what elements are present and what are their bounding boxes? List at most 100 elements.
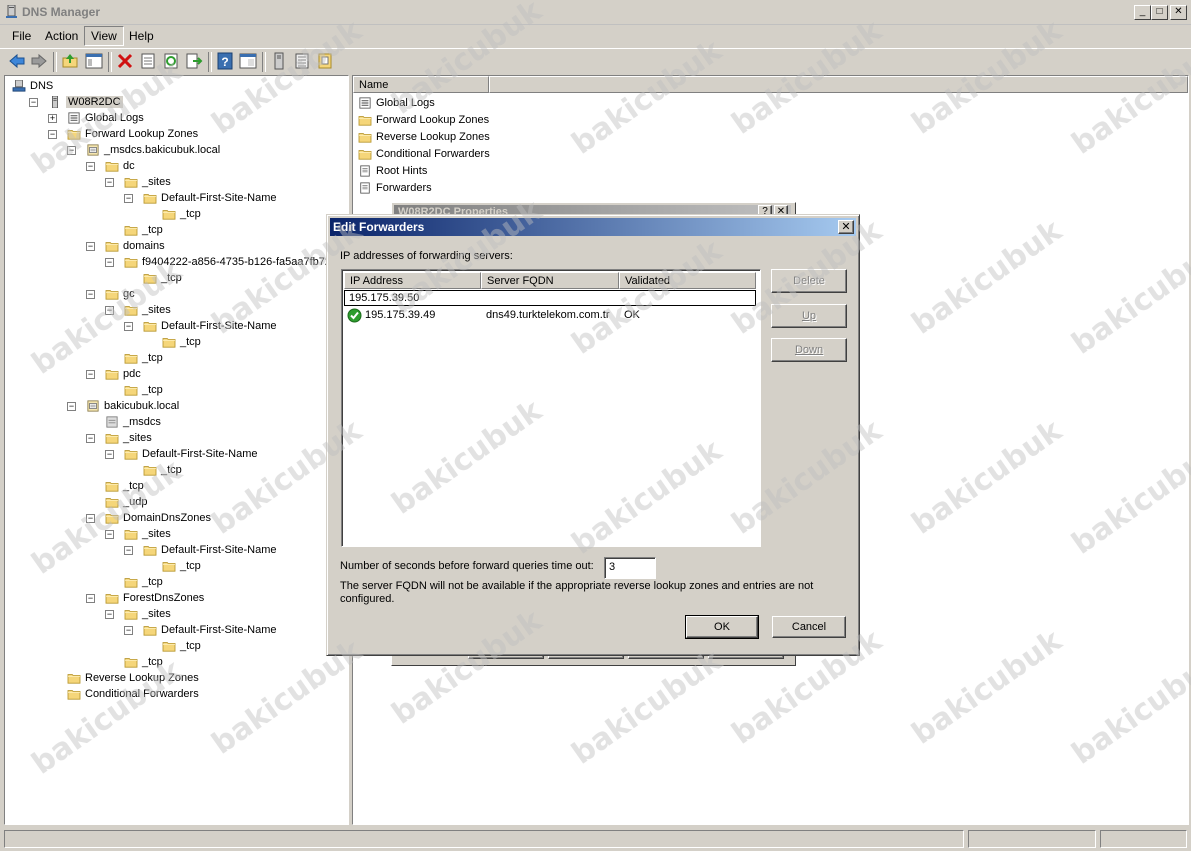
column-header-validated[interactable]: Validated (619, 272, 756, 289)
timeout-input[interactable]: 3 (604, 557, 656, 579)
collapse-icon[interactable]: − (86, 370, 95, 379)
result-item[interactable]: Forward Lookup Zones (357, 112, 489, 128)
menu-help[interactable]: Help (123, 28, 160, 44)
delete-button[interactable]: Delete (771, 269, 847, 293)
collapse-icon[interactable]: − (86, 594, 95, 603)
refresh-icon[interactable] (162, 52, 180, 70)
column-header-name[interactable]: Name (353, 76, 489, 93)
column-header-ip[interactable]: IP Address (344, 272, 481, 289)
tree-item[interactable]: − _sites (105, 302, 171, 318)
show-hide-tree-icon[interactable] (85, 52, 103, 70)
properties-icon[interactable] (139, 52, 157, 70)
tree-item[interactable]: + Global Logs (48, 110, 144, 126)
tree-item[interactable]: _tcp (106, 222, 163, 238)
tree-item[interactable]: − gc (86, 286, 135, 302)
tree-item[interactable]: − _sites (105, 526, 171, 542)
result-item[interactable]: Forwarders (357, 180, 432, 196)
tree-item[interactable]: − DomainDnsZones (86, 510, 211, 526)
tree-item[interactable]: − pdc (86, 366, 141, 382)
maximize-button[interactable]: □ (1151, 5, 1168, 20)
ok-button[interactable]: OK (685, 615, 759, 639)
tree-item[interactable]: _tcp (87, 478, 144, 494)
tree-item[interactable]: _msdcs (87, 414, 161, 430)
collapse-icon[interactable]: − (124, 546, 133, 555)
collapse-icon[interactable]: − (105, 306, 114, 315)
menu-file[interactable]: File (6, 28, 37, 44)
tree-item[interactable]: _tcp (106, 350, 163, 366)
tree-item[interactable]: DNS (11, 78, 53, 94)
menu-action[interactable]: Action (39, 28, 84, 44)
collapse-icon[interactable]: − (86, 434, 95, 443)
collapse-icon[interactable]: − (105, 530, 114, 539)
close-button[interactable]: ✕ (1170, 5, 1187, 20)
result-item[interactable]: Root Hints (357, 163, 427, 179)
tree-item[interactable]: − W08R2DC (29, 94, 123, 110)
tree-item[interactable]: Conditional Forwarders (49, 686, 199, 702)
list-view-icon[interactable] (293, 52, 311, 70)
export-list-icon[interactable] (185, 52, 203, 70)
tree-item[interactable]: _tcp (144, 638, 201, 654)
result-item[interactable]: Conditional Forwarders (357, 146, 490, 162)
delete-icon[interactable] (116, 52, 134, 70)
minimize-button[interactable]: _ (1134, 5, 1151, 20)
tree-item[interactable]: − _sites (105, 606, 171, 622)
collapse-icon[interactable]: − (86, 514, 95, 523)
tree-item[interactable]: − Default-First-Site-Name (124, 190, 277, 206)
collapse-icon[interactable]: − (105, 450, 114, 459)
tree-item[interactable]: − Default-First-Site-Name (124, 542, 277, 558)
collapse-icon[interactable]: − (67, 146, 76, 155)
result-item[interactable]: Reverse Lookup Zones (357, 129, 490, 145)
collapse-icon[interactable]: − (124, 194, 133, 203)
collapse-icon[interactable]: − (105, 610, 114, 619)
server-icon[interactable] (270, 52, 288, 70)
forward-arrow-icon[interactable] (30, 52, 48, 70)
tree-item[interactable]: _udp (87, 494, 147, 510)
tree-item[interactable]: − Default-First-Site-Name (124, 622, 277, 638)
mmc-window-icon[interactable] (239, 52, 257, 70)
forwarder-row[interactable]: 195.175.39.49 dns49.turktelekom.com.tr O… (344, 308, 756, 324)
collapse-icon[interactable]: − (48, 130, 57, 139)
tree-item[interactable]: _tcp (106, 574, 163, 590)
collapse-icon[interactable]: − (86, 162, 95, 171)
ip-edit-input[interactable]: 195.175.39.50 (344, 290, 756, 306)
collapse-icon[interactable]: − (86, 290, 95, 299)
tree-item[interactable]: Reverse Lookup Zones (49, 670, 199, 686)
collapse-icon[interactable]: − (29, 98, 38, 107)
help-icon[interactable]: ? (216, 52, 234, 70)
tree-item[interactable]: _tcp (125, 462, 182, 478)
up-folder-icon[interactable] (61, 52, 79, 70)
result-item[interactable]: Global Logs (357, 95, 435, 111)
back-arrow-icon[interactable] (8, 52, 26, 70)
tree-item[interactable]: _tcp (144, 206, 201, 222)
tree-item[interactable]: − _msdcs.bakicubuk.local (67, 142, 220, 158)
menu-view[interactable]: View (84, 26, 124, 46)
collapse-icon[interactable]: − (124, 322, 133, 331)
tree-item[interactable]: _tcp (106, 654, 163, 670)
tree-item[interactable]: − _sites (105, 174, 171, 190)
column-header-fqdn[interactable]: Server FQDN (481, 272, 619, 289)
tree-item[interactable]: − Default-First-Site-Name (105, 446, 258, 462)
down-button[interactable]: Down (771, 338, 847, 362)
tree-item[interactable]: _tcp (144, 558, 201, 574)
tree-item[interactable]: − Default-First-Site-Name (124, 318, 277, 334)
tree-item[interactable]: _tcp (144, 334, 201, 350)
tree-item[interactable]: − _sites (86, 430, 152, 446)
tree-item[interactable]: − domains (86, 238, 165, 254)
tree-item[interactable]: − f9404222-a856-4735-b126-fa5aa7fb72f4 (105, 254, 340, 270)
dialog-close-button[interactable]: ✕ (838, 220, 854, 234)
collapse-icon[interactable]: − (105, 178, 114, 187)
tree-item[interactable]: _tcp (125, 270, 182, 286)
tree-item[interactable]: − ForestDnsZones (86, 590, 204, 606)
tree-item[interactable]: − bakicubuk.local (67, 398, 179, 414)
tree-item[interactable]: _tcp (106, 382, 163, 398)
filter-icon[interactable] (316, 52, 334, 70)
collapse-icon[interactable]: − (105, 258, 114, 267)
collapse-icon[interactable]: − (124, 626, 133, 635)
up-button[interactable]: Up (771, 304, 847, 328)
expand-icon[interactable]: + (48, 114, 57, 123)
collapse-icon[interactable]: − (86, 242, 95, 251)
tree-item[interactable]: − Forward Lookup Zones (48, 126, 198, 142)
tree-item[interactable]: − dc (86, 158, 135, 174)
cancel-button[interactable]: Cancel (772, 616, 846, 638)
collapse-icon[interactable]: − (67, 402, 76, 411)
